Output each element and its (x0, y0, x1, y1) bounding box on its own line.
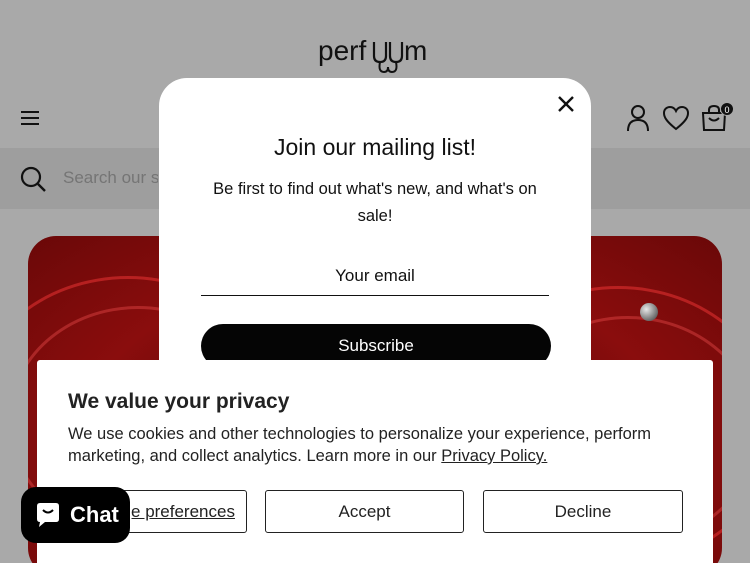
mailing-list-popup: Join our mailing list! Be first to find … (159, 78, 591, 398)
accept-button[interactable]: Accept (265, 490, 464, 533)
search-icon[interactable] (20, 166, 46, 192)
decline-button[interactable]: Decline (483, 490, 683, 533)
cookie-title: We value your privacy (68, 390, 290, 413)
store-logo[interactable]: perf m (310, 34, 440, 76)
privacy-policy-link[interactable]: Privacy Policy. (441, 447, 547, 465)
wishlist-heart-icon[interactable] (662, 103, 690, 133)
popup-description: Be first to find out what's new, and wha… (213, 180, 537, 225)
popup-title: Join our mailing list! (274, 134, 476, 160)
svg-text:m: m (404, 35, 427, 66)
account-icon[interactable] (624, 103, 652, 133)
menu-icon[interactable] (21, 111, 39, 125)
search-input[interactable] (63, 165, 158, 191)
cookie-body-text: We use cookies and other technologies to… (68, 425, 652, 465)
cookie-consent-banner: We value your privacy We use cookies and… (37, 360, 713, 563)
svg-text:perf: perf (318, 35, 366, 66)
chat-bubble-icon (37, 503, 59, 527)
cart-bag-icon[interactable]: 0 (700, 102, 734, 133)
chat-button[interactable]: Chat (21, 487, 130, 543)
email-field[interactable] (201, 256, 549, 296)
close-icon[interactable] (556, 94, 576, 114)
cookie-text: We use cookies and other technologies to… (68, 423, 688, 467)
logo-mark: perf m (318, 35, 427, 74)
chat-label: Chat (70, 502, 119, 527)
cart-count-badge: 0 (720, 102, 734, 116)
pearl-decoration (640, 303, 658, 321)
